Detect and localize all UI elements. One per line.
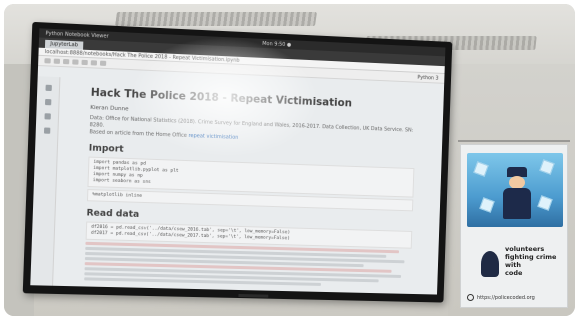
cube-icon bbox=[479, 197, 495, 213]
tv-bezel-logo bbox=[238, 294, 269, 298]
notebook-link[interactable]: repeat victimisation bbox=[188, 133, 238, 141]
kernel-label: Python 3 bbox=[417, 74, 439, 82]
poster-slogan: volunteers fighting crime with code bbox=[505, 245, 565, 277]
system-bar-clock: Mon 9:50 ● bbox=[262, 40, 292, 48]
commands-icon[interactable] bbox=[44, 113, 51, 120]
run-icon[interactable] bbox=[90, 60, 98, 66]
poster-slogan-line: volunteers bbox=[505, 245, 545, 253]
cut-icon[interactable] bbox=[62, 58, 70, 65]
police-officer-icon bbox=[503, 167, 531, 219]
poster-frame-rail bbox=[458, 140, 570, 142]
poster-illustration bbox=[467, 153, 563, 227]
police-helmet-logo-icon bbox=[481, 251, 499, 277]
notebook-area: Hack The Police 2018 - Repeat Victimisat… bbox=[30, 76, 444, 294]
tv-monitor: Python Notebook Viewer Mon 9:50 ● Jupyte… bbox=[22, 21, 453, 303]
poster-slogan-line: code bbox=[505, 269, 523, 277]
poster: volunteers fighting crime with code http… bbox=[460, 144, 568, 308]
copy-icon[interactable] bbox=[72, 59, 79, 65]
poster-url: https://policecoded.org bbox=[477, 295, 535, 301]
cube-icon bbox=[537, 195, 553, 211]
tv-screen: Python Notebook Viewer Mon 9:50 ● Jupyte… bbox=[30, 28, 446, 295]
running-icon[interactable] bbox=[44, 98, 52, 106]
folder-icon[interactable] bbox=[45, 84, 52, 92]
photo: Python Notebook Viewer Mon 9:50 ● Jupyte… bbox=[4, 4, 575, 316]
add-cell-icon[interactable] bbox=[53, 58, 61, 64]
stop-icon[interactable] bbox=[99, 60, 107, 66]
globe-icon bbox=[467, 294, 474, 301]
cube-icon bbox=[539, 159, 555, 175]
save-icon[interactable] bbox=[44, 58, 51, 64]
poster-slogan-line: fighting crime bbox=[505, 253, 557, 261]
notebook: Hack The Police 2018 - Repeat Victimisat… bbox=[53, 77, 444, 294]
paste-icon[interactable] bbox=[81, 59, 88, 66]
ceiling-vent bbox=[115, 12, 317, 26]
poster-slogan-line: with bbox=[505, 261, 521, 269]
cell-output bbox=[84, 241, 411, 288]
tabs-icon[interactable] bbox=[43, 127, 51, 134]
cube-icon bbox=[473, 161, 489, 177]
